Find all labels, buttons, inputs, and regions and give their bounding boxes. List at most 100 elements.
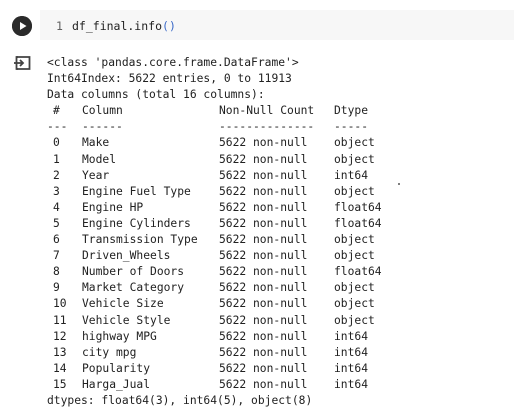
row-dtype: object: [334, 233, 375, 247]
row-idx: 9: [53, 281, 60, 295]
code-cell[interactable]: 1 df_final.info(): [0, 6, 517, 42]
row-idx: 10: [53, 297, 67, 311]
output-class-line: <class 'pandas.core.frame.DataFrame'>: [47, 56, 299, 69]
row-dtype: object: [334, 136, 375, 150]
row-column: Driven_Wheels: [82, 249, 171, 263]
output-columns-line: Data columns (total 16 columns):: [47, 88, 265, 102]
row-idx: 3: [53, 184, 60, 198]
table-row: 5 Engine Cylinders 5622 non-null float64: [47, 216, 507, 232]
code-line[interactable]: df_final.info(): [72, 19, 176, 33]
row-column: Engine Cylinders: [82, 216, 191, 230]
table-row: 4 Engine HP 5622 non-null float64: [47, 200, 507, 216]
row-idx: 15: [53, 377, 67, 391]
row-column: Number of Doors: [82, 265, 185, 279]
row-column: Engine HP: [82, 200, 144, 214]
row-count: 5622 non-null: [219, 377, 308, 391]
table-row: 9 Market Category 5622 non-null object: [47, 280, 507, 296]
row-idx: 5: [53, 216, 60, 230]
play-icon: [12, 16, 32, 36]
table-row: 6 Transmission Type 5622 non-null object: [47, 232, 507, 248]
row-dtype: object: [334, 184, 375, 198]
header-dtype: Dtype: [334, 104, 369, 118]
output-redirect-icon[interactable]: [13, 54, 33, 72]
row-idx: 8: [53, 265, 60, 279]
row-column: highway MPG: [82, 329, 157, 343]
table-rows: 0 Make 5622 non-null object 1 Model 5622 non-…: [47, 135, 507, 393]
row-dtype: object: [334, 281, 375, 295]
row-column: Year: [82, 168, 110, 182]
table-row: 2 Year 5622 non-null int64: [47, 168, 507, 184]
row-column: Market Category: [82, 281, 185, 295]
row-dtype: float64: [334, 216, 382, 230]
row-count: 5622 non-null: [219, 216, 308, 230]
table-row: 0 Make 5622 non-null object: [47, 135, 507, 151]
row-dtype: int64: [334, 329, 369, 343]
row-column: Transmission Type: [82, 233, 198, 247]
row-dtype: float64: [334, 200, 382, 214]
code-parens: (): [162, 19, 176, 33]
run-cell-button[interactable]: [12, 16, 32, 36]
table-row: 11 Vehicle Style 5622 non-null object: [47, 313, 507, 329]
sep-idx: ---: [47, 120, 68, 134]
row-count: 5622 non-null: [219, 313, 308, 327]
row-column: Model: [82, 152, 117, 166]
row-dtype: float64: [334, 265, 382, 279]
table-row: 10 Vehicle Size 5622 non-null object: [47, 296, 507, 312]
sep-column: ------: [82, 120, 123, 134]
row-dtype: int64: [334, 377, 369, 391]
code-text: df_final.info: [72, 19, 163, 33]
output-index-line: Int64Index: 5622 entries, 0 to 11913: [47, 72, 292, 86]
row-idx: 12: [53, 329, 67, 343]
table-row: 13 city mpg 5622 non-null int64: [47, 345, 507, 361]
row-idx: 6: [53, 233, 60, 247]
row-idx: 1: [53, 152, 60, 166]
header-idx: #: [53, 104, 60, 118]
table-row: 8 Number of Doors 5622 non-null float64: [47, 264, 507, 280]
row-count: 5622 non-null: [219, 329, 308, 343]
row-idx: 14: [53, 361, 67, 375]
row-count: 5622 non-null: [219, 136, 308, 150]
row-count: 5622 non-null: [219, 361, 308, 375]
line-number: 1: [56, 19, 63, 33]
row-column: Popularity: [82, 361, 151, 375]
row-count: 5622 non-null: [219, 200, 308, 214]
header-column: Column: [82, 104, 123, 118]
row-count: 5622 non-null: [219, 297, 308, 311]
table-separator: --- ------ -------------- -----: [47, 119, 507, 135]
table-header: # Column Non-Null Count Dtype: [47, 103, 507, 119]
row-idx: 2: [53, 168, 60, 182]
row-dtype: int64: [334, 168, 369, 182]
row-column: Harga_Jual: [82, 377, 151, 391]
row-count: 5622 non-null: [219, 249, 308, 263]
table-row: 12 highway MPG 5622 non-null int64: [47, 329, 507, 345]
table-row: 7 Driven_Wheels 5622 non-null object: [47, 248, 507, 264]
row-count: 5622 non-null: [219, 233, 308, 247]
row-idx: 0: [53, 136, 60, 150]
table-row: 3 Engine Fuel Type 5622 non-null object: [47, 184, 507, 200]
row-column: Engine Fuel Type: [82, 184, 191, 198]
cell-output: <class 'pandas.core.frame.DataFrame'> In…: [47, 55, 507, 409]
row-idx: 13: [53, 345, 67, 359]
row-dtype: object: [334, 297, 375, 311]
row-count: 5622 non-null: [219, 265, 308, 279]
output-dtypes-line: dtypes: float64(3), int64(5), object(8): [47, 393, 313, 407]
row-count: 5622 non-null: [219, 281, 308, 295]
row-dtype: object: [334, 313, 375, 327]
row-dtype: object: [334, 152, 375, 166]
row-column: Vehicle Size: [82, 297, 164, 311]
row-count: 5622 non-null: [219, 184, 308, 198]
row-dtype: int64: [334, 361, 369, 375]
table-row: 1 Model 5622 non-null object: [47, 152, 507, 168]
sep-count: --------------: [219, 120, 315, 134]
sep-dtype: -----: [334, 120, 369, 134]
table-row: 15 Harga_Jual 5622 non-null int64: [47, 377, 507, 393]
row-count: 5622 non-null: [219, 168, 308, 182]
row-count: 5622 non-null: [219, 345, 308, 359]
stray-dot: [398, 183, 400, 185]
table-row: 14 Popularity 5622 non-null int64: [47, 361, 507, 377]
row-idx: 4: [53, 200, 60, 214]
row-dtype: int64: [334, 345, 369, 359]
row-column: Vehicle Style: [82, 313, 171, 327]
row-column: city mpg: [82, 345, 137, 359]
row-idx: 7: [53, 249, 60, 263]
